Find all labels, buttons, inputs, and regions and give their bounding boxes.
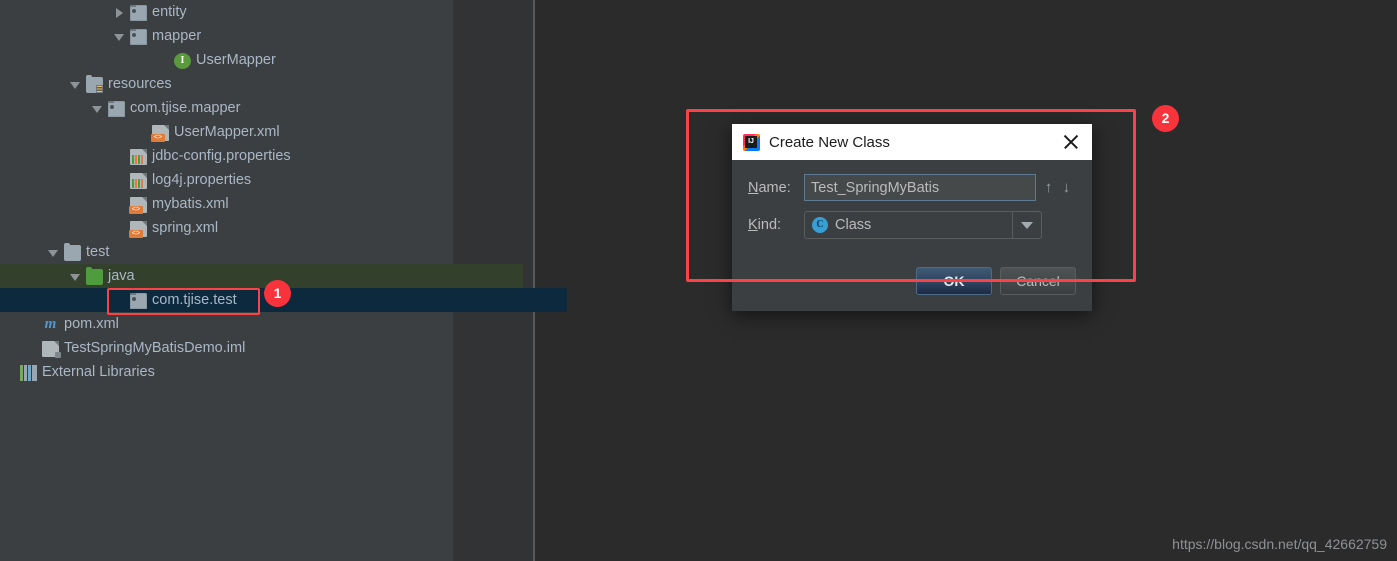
tree-row-label: TestSpringMyBatisDemo.iml bbox=[64, 340, 246, 356]
project-tree[interactable]: entity mapper I UserMapper resources com.tjis… bbox=[0, 0, 567, 384]
kind-select-wrapper: C Class bbox=[804, 211, 1076, 239]
watermark-text: https://blog.csdn.net/qq_42662759 bbox=[1172, 536, 1387, 552]
tree-row[interactable]: com.tjise.mapper bbox=[0, 96, 453, 120]
tree-row-label: pom.xml bbox=[64, 316, 119, 332]
tree-row[interactable]: java bbox=[0, 264, 523, 288]
tree-row-label: resources bbox=[108, 76, 172, 92]
tree-row[interactable]: jdbc-config.properties bbox=[0, 144, 453, 168]
intellij-idea-icon bbox=[743, 133, 760, 151]
module-file-icon bbox=[42, 340, 61, 358]
chevron-down-icon[interactable] bbox=[1012, 212, 1041, 238]
tree-row-label: com.tjise.test bbox=[152, 292, 237, 308]
xml-file-icon bbox=[129, 220, 147, 238]
class-icon: C bbox=[812, 217, 828, 233]
properties-file-icon bbox=[130, 172, 147, 189]
tree-row[interactable]: spring.xml bbox=[0, 216, 453, 240]
dialog-body: Name: ↑ ↓ Kind: C Class bbox=[732, 160, 1092, 239]
kind-field-label: Kind: bbox=[748, 217, 804, 233]
tree-row-label: UserMapper.xml bbox=[174, 124, 280, 140]
tree-row-label: java bbox=[108, 268, 135, 284]
dialog-titlebar: Create New Class bbox=[732, 124, 1092, 160]
create-new-class-dialog: Create New Class Name: ↑ ↓ Kind: C Class bbox=[732, 124, 1092, 311]
name-field-row: Name: ↑ ↓ bbox=[748, 174, 1076, 201]
tree-row[interactable]: External Libraries bbox=[0, 360, 453, 384]
tree-row-label: jdbc-config.properties bbox=[152, 148, 291, 164]
package-icon bbox=[130, 5, 147, 21]
tree-row-label: UserMapper bbox=[196, 52, 276, 68]
interface-icon: I bbox=[174, 52, 191, 69]
chevron-down-icon[interactable] bbox=[70, 79, 81, 90]
cancel-button[interactable]: Cancel bbox=[1000, 267, 1076, 295]
chevron-down-icon[interactable] bbox=[114, 31, 125, 42]
kind-label-rest: ind: bbox=[757, 217, 782, 233]
annotation-badge-2: 2 bbox=[1152, 105, 1179, 132]
ok-button[interactable]: OK bbox=[916, 267, 992, 295]
chevron-down-icon[interactable] bbox=[70, 271, 81, 282]
dialog-title: Create New Class bbox=[769, 133, 890, 151]
tree-row-label: test bbox=[86, 244, 110, 260]
tree-row[interactable]: mapper bbox=[0, 24, 453, 48]
package-icon bbox=[130, 293, 147, 309]
tree-row-label: entity bbox=[152, 4, 187, 20]
name-field-label: Name: bbox=[748, 180, 804, 196]
kind-mnemonic: K bbox=[748, 217, 758, 233]
name-mnemonic: N bbox=[748, 179, 759, 196]
tree-row[interactable]: log4j.properties bbox=[0, 168, 453, 192]
tree-row[interactable]: test bbox=[0, 240, 453, 264]
tree-row[interactable]: UserMapper.xml bbox=[0, 120, 453, 144]
tree-row-label: External Libraries bbox=[42, 364, 155, 380]
chevron-down-icon[interactable] bbox=[48, 247, 59, 258]
annotation-badge-1: 1 bbox=[264, 280, 291, 307]
tree-row[interactable]: resources bbox=[0, 72, 453, 96]
name-history-arrows-icon[interactable]: ↑ ↓ bbox=[1036, 179, 1076, 196]
tree-row[interactable]: TestSpringMyBatisDemo.iml bbox=[0, 336, 453, 360]
tree-row[interactable]: entity bbox=[0, 0, 453, 24]
chevron-right-icon[interactable] bbox=[114, 7, 125, 18]
dialog-footer: OK Cancel bbox=[732, 249, 1092, 311]
resource-folder-icon bbox=[86, 75, 103, 93]
maven-file-icon: m bbox=[44, 316, 57, 332]
xml-file-icon bbox=[151, 124, 169, 142]
tree-row-label: mapper bbox=[152, 28, 202, 44]
kind-selected-value: Class bbox=[835, 217, 872, 233]
tree-row-label: spring.xml bbox=[152, 220, 219, 236]
name-input-wrapper bbox=[804, 174, 1036, 201]
tree-row-label: com.tjise.mapper bbox=[130, 100, 241, 116]
tree-row[interactable]: mybatis.xml bbox=[0, 192, 453, 216]
name-input[interactable] bbox=[804, 174, 1036, 201]
properties-file-icon bbox=[130, 148, 147, 165]
tree-row[interactable]: I UserMapper bbox=[0, 48, 453, 72]
package-icon bbox=[108, 101, 125, 117]
source-folder-icon bbox=[86, 267, 103, 285]
tree-row-label: mybatis.xml bbox=[152, 196, 229, 212]
screenshot-root: entity mapper I UserMapper resources com.tjis… bbox=[0, 0, 1397, 561]
libraries-icon bbox=[20, 365, 37, 381]
chevron-down-icon[interactable] bbox=[92, 103, 103, 114]
kind-field-row: Kind: C Class bbox=[748, 211, 1076, 239]
tree-row-label: log4j.properties bbox=[152, 172, 252, 188]
name-label-rest: ame: bbox=[758, 179, 791, 196]
kind-select[interactable]: C Class bbox=[804, 211, 1042, 239]
folder-icon bbox=[64, 243, 81, 261]
tree-row[interactable]: m pom.xml bbox=[0, 312, 453, 336]
xml-file-icon bbox=[129, 196, 147, 214]
package-icon bbox=[130, 29, 147, 45]
close-icon[interactable] bbox=[1060, 131, 1082, 153]
